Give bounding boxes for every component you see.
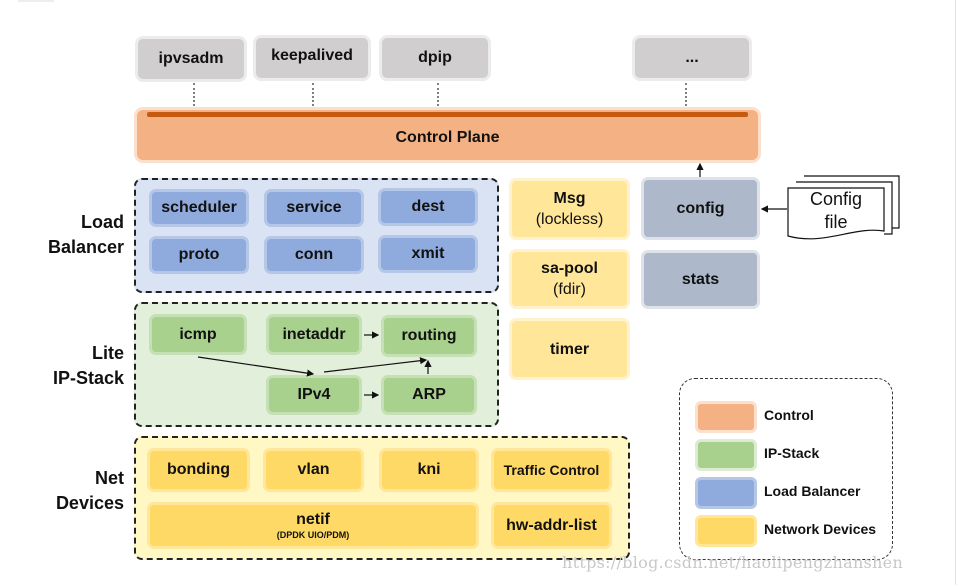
module-config: config [641, 177, 760, 240]
module-vlan: vlan [263, 448, 364, 492]
module-label: sa-pool [541, 260, 598, 277]
module-sa-pool: sa-pool (fdir) [509, 249, 630, 309]
module-netif: netif (DPDK UIO/PDM) [147, 502, 479, 549]
module-timer: timer [509, 318, 630, 380]
legend-swatch-control [695, 401, 757, 433]
edge-ipv4-routing [323, 357, 428, 373]
module-label: hw-addr-list [506, 516, 597, 534]
legend: Control IP-Stack Load Balancer Network D… [679, 378, 893, 560]
legend-label-network-devices: Network Devices [764, 521, 877, 537]
module-label: Traffic Control [503, 462, 600, 478]
watermark: https://blog.csdn.net/haolipengzhanshen [562, 553, 904, 572]
module-sublabel: (DPDK UIO/PDM) [276, 529, 350, 540]
config-file-line: Config [809, 189, 863, 209]
legend-swatch-network-devices [695, 515, 757, 547]
module-label: kni [417, 461, 441, 478]
module-label: timer [549, 340, 590, 358]
module-kni: kni [379, 448, 479, 492]
module-bonding: bonding [147, 448, 250, 492]
module-hw-addr-list: hw-addr-list [491, 502, 612, 549]
module-label: config [676, 199, 725, 217]
module-label: vlan [297, 461, 330, 478]
group-label-line: Net [94, 468, 124, 488]
edge-icmp-ipv4 [197, 356, 315, 377]
module-msg: Msg (lockless) [509, 178, 630, 240]
module-sublabel: (fdir) [553, 281, 586, 298]
group-label-line: Devices [55, 493, 124, 513]
module-label: bonding [166, 461, 231, 478]
group-label-net-devices: Net Devices [30, 466, 124, 516]
image-right-edge [955, 0, 956, 585]
config-file-label: Config file [788, 188, 884, 234]
module-sublabel: (lockless) [535, 211, 604, 228]
legend-swatch-ip-stack [695, 439, 757, 471]
legend-label-control: Control [764, 407, 814, 423]
legend-label-load-balancer: Load Balancer [764, 483, 861, 499]
module-stats: stats [641, 250, 760, 309]
module-label: netif [296, 510, 330, 528]
module-label: Msg [553, 190, 586, 207]
legend-swatch-load-balancer [695, 477, 757, 509]
module-label: stats [681, 270, 720, 288]
config-file-line: file [824, 212, 848, 232]
module-traffic-control: Traffic Control [491, 448, 612, 492]
legend-label-ip-stack: IP-Stack [764, 445, 820, 461]
